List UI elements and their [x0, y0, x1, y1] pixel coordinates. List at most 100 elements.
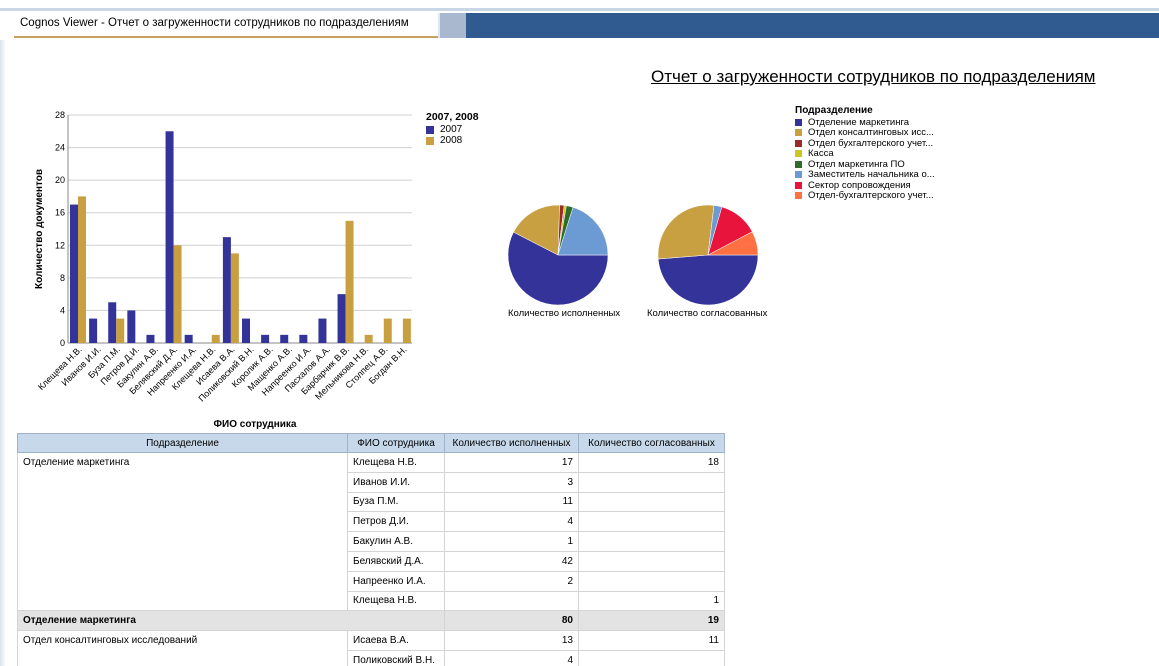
- pie-legend-label: Сектор сопровождения: [808, 179, 911, 191]
- cell-employee: Поликовский В.Н.: [347, 649, 445, 666]
- bar-2007[interactable]: [146, 334, 155, 343]
- pie-legend-item: Отделение маркетинга: [795, 117, 935, 128]
- bar-2007[interactable]: [242, 318, 250, 343]
- pie-legend-label: Отделение маркетинга: [808, 116, 910, 128]
- cell-subtotal-executed: 80: [444, 610, 579, 632]
- subtotal-row: Отделение маркетинга 80 19: [17, 610, 725, 632]
- y-tick-label: 20: [55, 175, 65, 185]
- y-tick-label: 12: [55, 240, 65, 250]
- cell-executed: 17: [444, 452, 579, 473]
- col-header-department[interactable]: Подразделение: [17, 433, 348, 453]
- pie-label-approved: Количество согласованных: [647, 308, 768, 319]
- bar-2007[interactable]: [165, 131, 174, 343]
- pie-legend-title: Подразделение: [795, 105, 873, 116]
- y-tick-label: 0: [60, 338, 65, 348]
- bar-2007[interactable]: [108, 302, 117, 343]
- bar-2007[interactable]: [70, 204, 78, 343]
- viewer-tab[interactable]: Cognos Viewer - Отчет о загруженности со…: [14, 13, 438, 38]
- bar-2008[interactable]: [230, 253, 239, 343]
- cell-approved: [578, 649, 725, 666]
- bar-legend-label-2008: 2008: [440, 135, 463, 146]
- cell-executed: 2: [444, 570, 579, 592]
- pie-legend-label: Касса: [808, 148, 834, 160]
- cell-approved: [578, 550, 725, 572]
- bar-2007[interactable]: [318, 318, 327, 343]
- cell-employee: Бакулин А.В.: [347, 531, 445, 552]
- report-table: Подразделение ФИО сотрудника Количество …: [17, 433, 725, 666]
- window-left-edge: [0, 0, 6, 666]
- y-tick-label: 24: [55, 143, 65, 153]
- pie-slice[interactable]: [657, 204, 715, 260]
- cell-employee: Петров Д.И.: [347, 511, 445, 533]
- legend-swatch: [795, 192, 802, 200]
- cell-executed: 42: [444, 550, 579, 572]
- cell-approved: 1: [578, 590, 725, 612]
- tab-grip[interactable]: [438, 13, 466, 38]
- bar-2007[interactable]: [222, 237, 231, 343]
- bar-2008[interactable]: [383, 318, 392, 343]
- cell-executed: 3: [444, 471, 579, 493]
- bar-2007[interactable]: [299, 334, 308, 343]
- legend-swatch: [795, 118, 802, 126]
- bar-2007[interactable]: [261, 334, 270, 343]
- bar-2007[interactable]: [184, 334, 193, 343]
- cell-approved: [578, 511, 725, 533]
- cell-subtotal-department: Отделение маркетинга: [17, 610, 445, 632]
- header-banner: [466, 13, 1159, 38]
- col-header-approved[interactable]: Количество согласованных: [578, 433, 725, 453]
- y-tick-label: 8: [60, 273, 65, 283]
- cell-approved: [578, 570, 725, 592]
- table-row: Отделение маркетинга Клещева Н.В. 17 18: [17, 451, 725, 612]
- legend-swatch: [795, 160, 802, 168]
- bar-2008[interactable]: [402, 318, 411, 343]
- legend-swatch: [795, 129, 802, 137]
- bar-2007[interactable]: [127, 310, 136, 343]
- pie-charts: [507, 204, 759, 306]
- cell-approved: [578, 471, 725, 493]
- cell-executed: [444, 590, 579, 612]
- cell-employee: Буза П.М.: [347, 491, 445, 513]
- bar-2008[interactable]: [364, 334, 373, 343]
- pie-label-executed: Количество исполненных: [508, 308, 621, 319]
- cell-employee: Иванов И.И.: [347, 471, 445, 493]
- table-row: Отдел консалтинговых исследований Исаева …: [17, 630, 725, 666]
- col-header-employee[interactable]: ФИО сотрудника: [347, 433, 445, 453]
- pie-legend-item: Касса: [795, 148, 935, 160]
- x-axis-title: ФИО сотрудника: [214, 419, 297, 430]
- legend-swatch: [795, 139, 802, 147]
- pie-legend-label: Отдел-бухгалтерского учет...: [808, 190, 934, 202]
- report-title: Отчет о загруженности сотрудников по под…: [651, 67, 1096, 86]
- col-header-executed[interactable]: Количество исполненных: [444, 433, 579, 453]
- bar-chart: 0481216202428Клещева Н.В.Иванов И.И.Буза…: [34, 110, 412, 430]
- pie-legend-item: Отдел консалтинговых исс...: [795, 127, 935, 139]
- cell-employee: Напреенко И.А.: [347, 570, 445, 592]
- cell-employee: Клещева Н.В.: [347, 590, 445, 612]
- bar-2007[interactable]: [89, 318, 98, 343]
- bar-2007[interactable]: [337, 294, 346, 343]
- legend-swatch: [795, 181, 802, 189]
- bar-2008[interactable]: [116, 318, 125, 343]
- cell-employee: Клещева Н.В.: [347, 452, 445, 473]
- pie-legend-item: Отдел бухгалтерского учет...: [795, 138, 935, 149]
- bar-2007[interactable]: [280, 334, 289, 343]
- table-header-row: Подразделение ФИО сотрудника Количество …: [17, 433, 725, 453]
- viewer-tab-title: Cognos Viewer - Отчет о загруженности со…: [20, 17, 409, 29]
- bar-2008[interactable]: [211, 334, 220, 343]
- bar-legend-label-2007: 2007: [440, 124, 463, 135]
- titlebar-topline: [0, 8, 1159, 11]
- y-axis-title: Количество документов: [34, 169, 45, 289]
- bar-legend-title: 2007, 2008: [426, 111, 479, 123]
- cell-approved: 18: [578, 452, 725, 473]
- pie-slice[interactable]: [657, 254, 759, 306]
- pie-legend-item: Отдел-бухгалтерского учет...: [795, 190, 935, 202]
- y-tick-label: 4: [60, 305, 65, 315]
- pie-legend-label: Отдел консалтинговых исс...: [808, 127, 934, 139]
- bar-2008[interactable]: [345, 220, 354, 343]
- bar-legend-item-2007: 2007: [426, 124, 479, 135]
- cell-approved: 11: [578, 630, 725, 651]
- cell-employee: Белявский Д.А.: [347, 550, 445, 572]
- cell-executed: 1: [444, 531, 579, 552]
- bar-2008[interactable]: [173, 245, 182, 343]
- bar-2008[interactable]: [78, 196, 86, 343]
- y-tick-label: 28: [55, 110, 65, 120]
